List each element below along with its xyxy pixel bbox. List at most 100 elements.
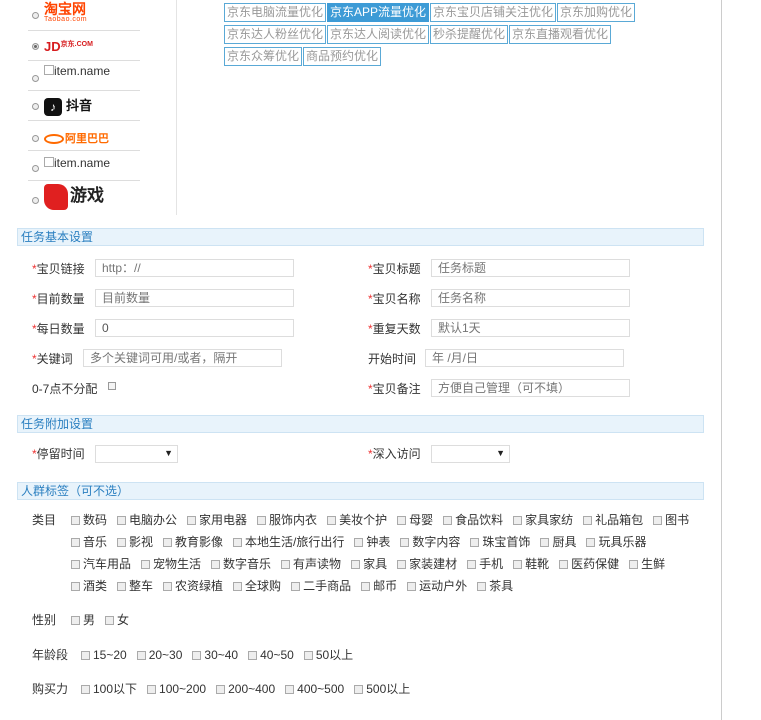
checkbox-box[interactable] xyxy=(327,516,337,525)
option-tag[interactable]: 京东宝贝店铺关注优化 xyxy=(430,3,557,22)
category-checkbox[interactable]: 生鲜 xyxy=(629,555,665,573)
category-checkbox[interactable]: 数码 xyxy=(71,511,107,529)
no-dist-checkbox[interactable] xyxy=(108,382,116,390)
checkbox-box[interactable] xyxy=(163,582,173,591)
age-checkbox[interactable]: 50以上 xyxy=(303,646,353,664)
option-tag-selected[interactable]: 京东APP流量优化 xyxy=(327,3,430,22)
platform-broken-image-2[interactable]: item.name xyxy=(28,151,140,181)
target-qty-input[interactable] xyxy=(95,289,294,307)
category-checkbox[interactable]: 酒类 xyxy=(71,577,107,595)
checkbox-box[interactable] xyxy=(354,538,364,547)
checkbox-box[interactable] xyxy=(281,560,291,569)
category-checkbox[interactable]: 家装建材 xyxy=(397,555,457,573)
category-checkbox[interactable]: 运动户外 xyxy=(407,577,467,595)
category-checkbox[interactable]: 茶具 xyxy=(477,577,513,595)
gender-checkbox-female[interactable]: 女 xyxy=(105,611,129,629)
category-checkbox[interactable]: 鞋靴 xyxy=(513,555,549,573)
checkbox-box[interactable] xyxy=(397,560,407,569)
category-checkbox[interactable]: 电脑办公 xyxy=(117,511,177,529)
item-name-input[interactable] xyxy=(431,289,630,307)
checkbox-box[interactable] xyxy=(303,651,313,660)
checkbox-box[interactable] xyxy=(117,538,127,547)
category-checkbox[interactable]: 音乐 xyxy=(71,533,107,551)
checkbox-box[interactable] xyxy=(71,538,80,547)
checkbox-box[interactable] xyxy=(285,685,295,694)
power-checkbox[interactable]: 100以下 xyxy=(81,680,137,698)
checkbox-box[interactable] xyxy=(105,616,115,625)
category-checkbox[interactable]: 珠宝首饰 xyxy=(470,533,530,551)
platform-game[interactable]: 游戏 xyxy=(28,181,140,215)
item-title-input[interactable] xyxy=(431,259,630,277)
checkbox-box[interactable] xyxy=(192,651,202,660)
checkbox-box[interactable] xyxy=(583,516,593,525)
age-checkbox[interactable]: 15~20 xyxy=(81,646,127,664)
checkbox-box[interactable] xyxy=(233,538,243,547)
checkbox-box[interactable] xyxy=(513,560,523,569)
deep-visit-select[interactable]: ▼ xyxy=(431,445,510,463)
checkbox-box[interactable] xyxy=(81,685,90,694)
platform-taobao[interactable]: 淘宝网 Taobao.com xyxy=(28,0,140,31)
checkbox-box[interactable] xyxy=(467,560,477,569)
checkbox-box[interactable] xyxy=(147,685,157,694)
gender-checkbox-male[interactable]: 男 xyxy=(71,611,95,629)
platform-jd[interactable]: JD京东.COM xyxy=(28,31,140,61)
checkbox-box[interactable] xyxy=(351,560,361,569)
platform-broken-image-1[interactable]: item.name xyxy=(28,61,140,91)
option-tag[interactable]: 京东达人阅读优化 xyxy=(327,25,430,44)
checkbox-box[interactable] xyxy=(361,582,371,591)
option-tag[interactable]: 京东达人粉丝优化 xyxy=(224,25,327,44)
platform-radio[interactable] xyxy=(32,135,39,142)
age-checkbox[interactable]: 20~30 xyxy=(136,646,182,664)
option-tag[interactable]: 京东电脑流量优化 xyxy=(224,3,327,22)
category-checkbox[interactable]: 钟表 xyxy=(354,533,390,551)
keyword-input[interactable] xyxy=(83,349,282,367)
platform-douyin[interactable]: ♪ 抖音 xyxy=(28,91,140,121)
checkbox-box[interactable] xyxy=(248,651,258,660)
category-checkbox[interactable]: 二手商品 xyxy=(291,577,351,595)
checkbox-box[interactable] xyxy=(400,538,410,547)
power-checkbox[interactable]: 200~400 xyxy=(216,680,275,698)
checkbox-box[interactable] xyxy=(117,516,127,525)
category-checkbox[interactable]: 邮币 xyxy=(361,577,397,595)
category-checkbox[interactable]: 服饰内衣 xyxy=(257,511,317,529)
category-checkbox[interactable]: 有声读物 xyxy=(281,555,341,573)
option-tag[interactable]: 商品预约优化 xyxy=(303,47,382,66)
checkbox-box[interactable] xyxy=(540,538,550,547)
category-checkbox[interactable]: 宠物生活 xyxy=(141,555,201,573)
category-checkbox[interactable]: 家用电器 xyxy=(187,511,247,529)
checkbox-box[interactable] xyxy=(291,582,301,591)
category-checkbox[interactable]: 家具 xyxy=(351,555,387,573)
category-checkbox[interactable]: 影视 xyxy=(117,533,153,551)
platform-radio[interactable] xyxy=(32,103,39,110)
category-checkbox[interactable]: 全球购 xyxy=(233,577,281,595)
category-checkbox[interactable]: 教育影像 xyxy=(163,533,223,551)
platform-radio[interactable] xyxy=(32,197,39,204)
checkbox-box[interactable] xyxy=(477,582,487,591)
checkbox-box[interactable] xyxy=(559,560,569,569)
power-checkbox[interactable]: 100~200 xyxy=(147,680,206,698)
repeat-days-input[interactable] xyxy=(431,319,630,337)
checkbox-box[interactable] xyxy=(211,560,221,569)
category-checkbox[interactable]: 美妆个护 xyxy=(327,511,387,529)
checkbox-box[interactable] xyxy=(117,582,127,591)
option-tag[interactable]: 京东直播观看优化 xyxy=(509,25,612,44)
category-checkbox[interactable]: 食品饮料 xyxy=(443,511,503,529)
option-tag[interactable]: 京东加购优化 xyxy=(557,3,636,22)
start-time-date-input[interactable] xyxy=(425,349,624,367)
category-checkbox[interactable]: 数字音乐 xyxy=(211,555,271,573)
platform-radio-checked[interactable] xyxy=(32,43,39,50)
checkbox-box[interactable] xyxy=(397,516,407,525)
checkbox-box[interactable] xyxy=(216,685,226,694)
category-checkbox[interactable]: 厨具 xyxy=(540,533,576,551)
checkbox-box[interactable] xyxy=(257,516,267,525)
category-checkbox[interactable]: 家具家纺 xyxy=(513,511,573,529)
category-checkbox[interactable]: 母婴 xyxy=(397,511,433,529)
checkbox-box[interactable] xyxy=(443,516,453,525)
checkbox-box[interactable] xyxy=(71,582,80,591)
platform-radio[interactable] xyxy=(32,75,39,82)
item-note-input[interactable] xyxy=(431,379,630,397)
checkbox-box[interactable] xyxy=(653,516,663,525)
category-checkbox[interactable]: 礼品箱包 xyxy=(583,511,643,529)
checkbox-box[interactable] xyxy=(71,516,80,525)
checkbox-box[interactable] xyxy=(136,651,146,660)
